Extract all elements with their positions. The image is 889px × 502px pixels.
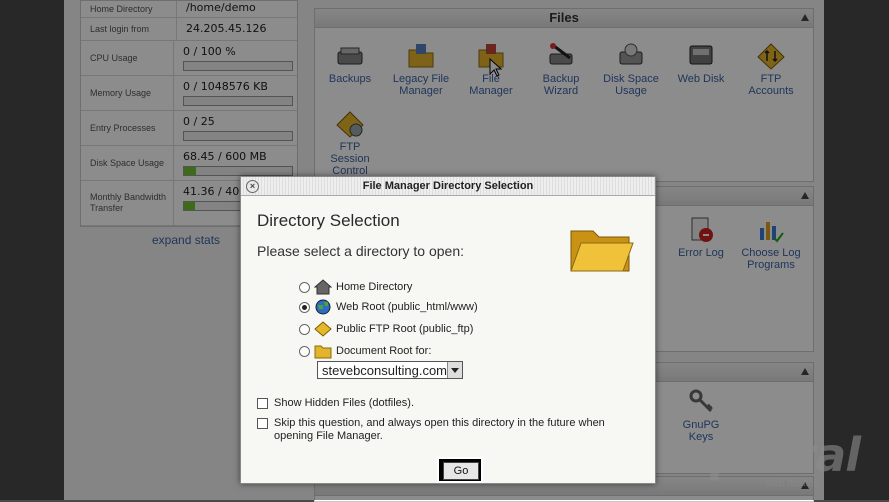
directory-selection-dialog: × File Manager Directory Selection Direc… [240,176,656,484]
go-button-highlight: Go [437,457,483,483]
domain-select-value: stevebconsulting.com [322,363,448,378]
show-hidden-files-option[interactable]: Show Hidden Files (dotfiles). [257,397,414,410]
ftp-icon [314,321,332,337]
go-button[interactable]: Go [443,462,479,480]
radio-web-root[interactable] [299,301,310,313]
close-icon[interactable]: × [246,180,259,193]
dialog-subheading: Please select a directory to open: [257,243,465,259]
option-label: Home Directory [336,281,413,293]
home-icon [313,279,333,295]
dialog-titlebar: × File Manager Directory Selection [241,177,655,196]
option-label: Document Root for: [336,345,432,357]
option-home-directory[interactable]: Home Directory [299,279,412,295]
skip-question-option[interactable]: Skip this question, and always open this… [257,417,627,443]
option-document-root[interactable]: Document Root for: [299,343,431,359]
checkbox-label: Show Hidden Files (dotfiles). [274,397,415,409]
checkbox-label: Skip this question, and always open this… [274,417,605,442]
option-label: Web Root (public_html/www) [336,301,478,313]
radio-home-directory[interactable] [299,281,310,293]
dialog-title: File Manager Directory Selection [362,180,534,192]
dialog-heading: Directory Selection [257,211,400,230]
open-folder-icon [567,217,637,277]
portal-watermark-logo: portal [710,428,861,482]
option-web-root[interactable]: Web Root (public_html/www) [299,299,478,315]
chevron-down-icon[interactable] [447,362,462,378]
skip-question-checkbox[interactable] [257,418,268,429]
domain-select[interactable]: stevebconsulting.com [317,361,463,379]
option-label: Public FTP Root (public_ftp) [336,323,474,335]
radio-document-root[interactable] [299,345,310,357]
show-hidden-checkbox[interactable] [257,398,268,409]
option-public-ftp-root[interactable]: Public FTP Root (public_ftp) [299,321,473,337]
globe-icon [314,299,332,315]
portal-watermark-subtitle: web hosting [766,478,820,489]
folder-icon [314,343,332,359]
radio-public-ftp-root[interactable] [299,323,310,335]
